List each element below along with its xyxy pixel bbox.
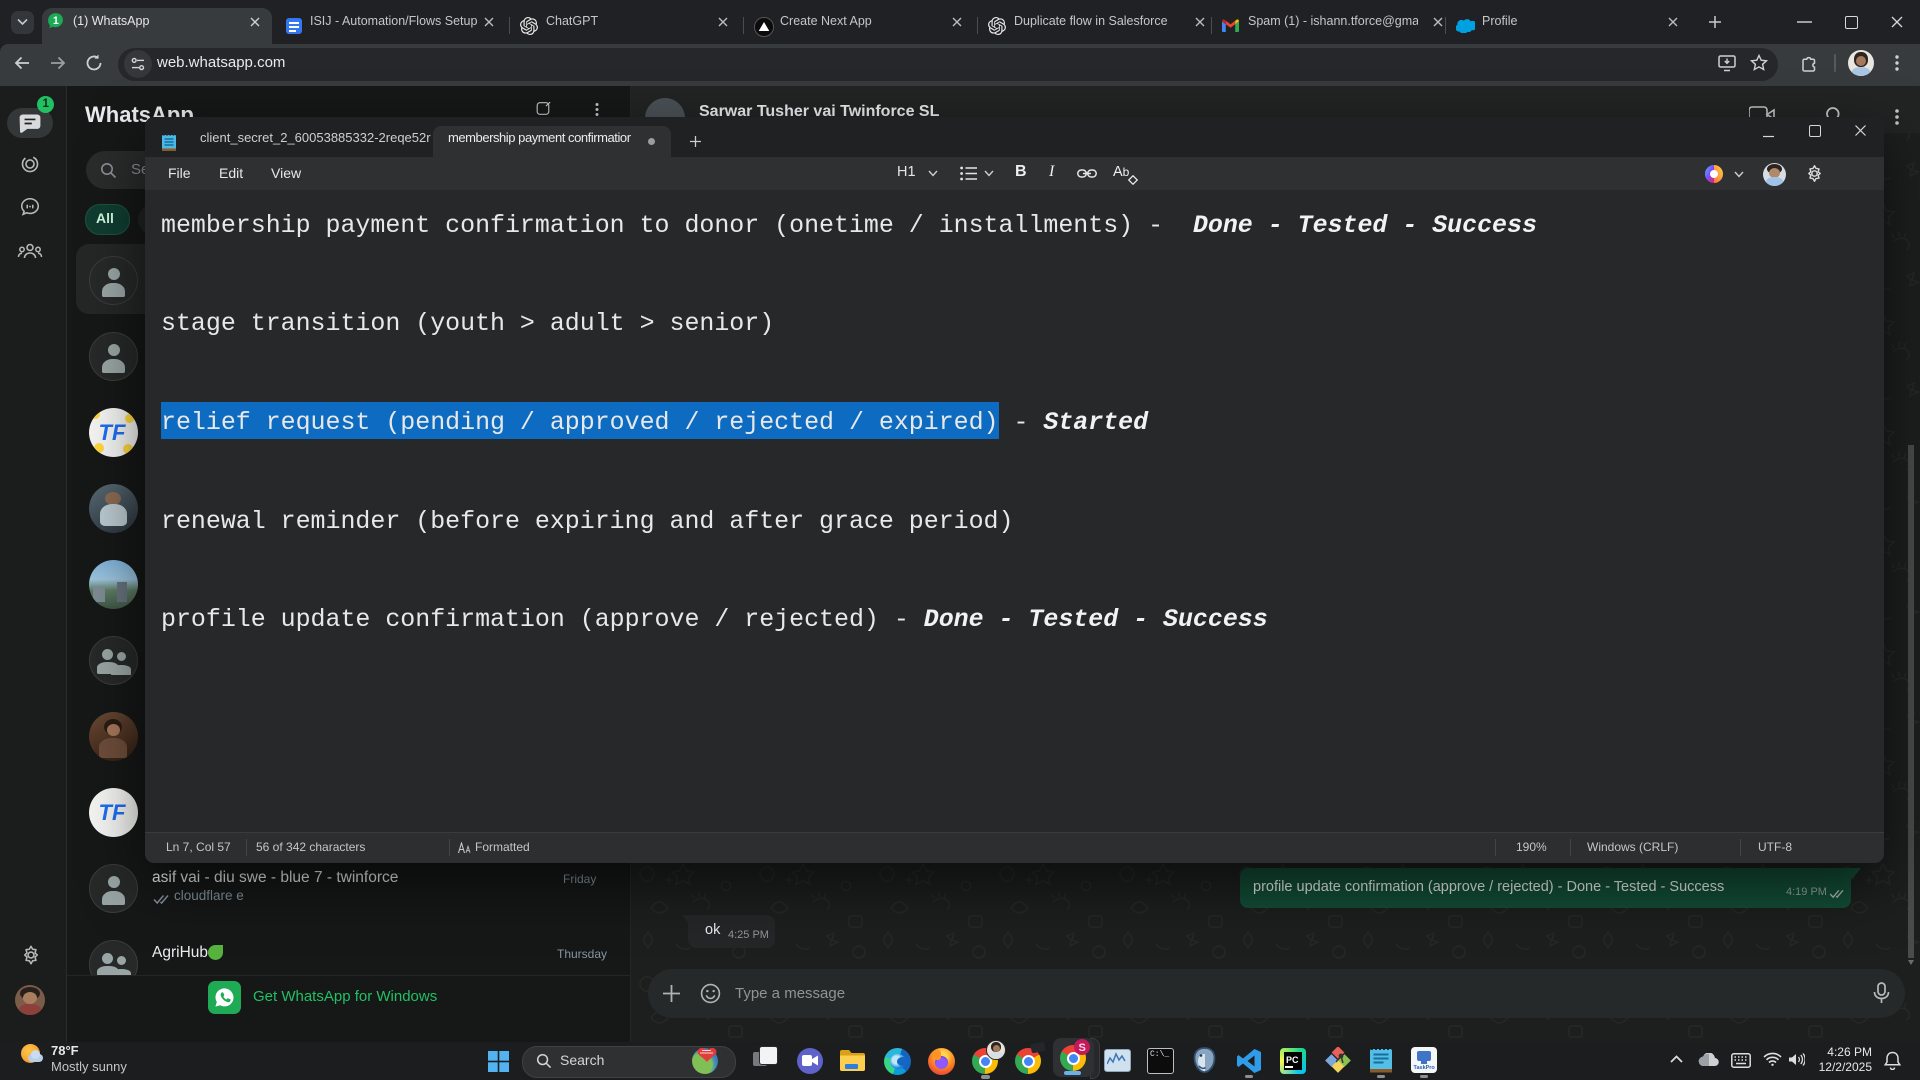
svg-text:1: 1 — [53, 15, 59, 27]
